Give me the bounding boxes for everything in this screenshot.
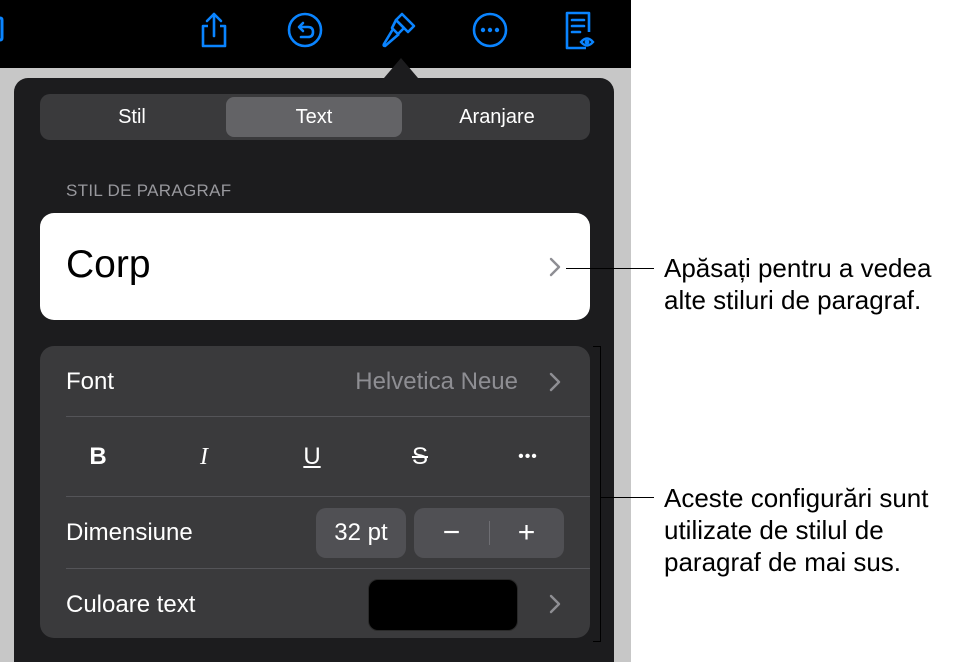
chevron-right-icon bbox=[549, 257, 561, 277]
callout-text: paragraf de mai sus. bbox=[664, 547, 902, 577]
callout-text: alte stiluri de paragraf. bbox=[664, 285, 922, 315]
format-popover: Stil Text Aranjare STIL DE PARAGRAF Corp… bbox=[14, 78, 614, 662]
callout-bracket-top bbox=[593, 346, 601, 347]
tab-text[interactable]: Text bbox=[226, 97, 402, 137]
paragraph-style-header: STIL DE PARAGRAF bbox=[66, 181, 232, 200]
decrement-button[interactable]: − bbox=[414, 508, 489, 558]
paragraph-style-row[interactable]: Corp bbox=[40, 213, 590, 320]
callout-leader-top bbox=[566, 268, 654, 269]
segmented-control: Stil Text Aranjare bbox=[40, 94, 590, 140]
tab-stil[interactable]: Stil bbox=[43, 97, 221, 137]
callout-leader-bottom bbox=[600, 497, 654, 498]
color-chevron-icon[interactable] bbox=[548, 593, 562, 615]
share-icon[interactable] bbox=[194, 10, 234, 50]
callout-text: utilizate de stilul de bbox=[664, 515, 884, 545]
tab-aranjare[interactable]: Aranjare bbox=[407, 97, 587, 137]
font-chevron-icon[interactable] bbox=[548, 371, 562, 393]
increment-button[interactable]: + bbox=[489, 508, 564, 558]
undo-icon[interactable] bbox=[285, 10, 325, 50]
text-color-swatch[interactable] bbox=[368, 579, 518, 631]
more-format-button[interactable]: ••• bbox=[508, 441, 548, 473]
format-brush-icon[interactable] bbox=[378, 10, 418, 50]
more-icon[interactable] bbox=[470, 10, 510, 50]
underline-button[interactable]: U bbox=[292, 441, 332, 473]
italic-button[interactable]: I bbox=[184, 441, 224, 473]
popover-arrow bbox=[384, 58, 418, 78]
font-label: Font bbox=[66, 368, 115, 395]
divider bbox=[66, 496, 590, 497]
text-color-label: Culoare text bbox=[66, 591, 196, 618]
bold-button[interactable]: B bbox=[78, 441, 118, 473]
ipad-screen: Stil Text Aranjare STIL DE PARAGRAF Corp… bbox=[0, 0, 631, 662]
divider bbox=[66, 568, 590, 569]
sidebar-edge-icon[interactable] bbox=[0, 14, 8, 44]
reader-view-icon[interactable] bbox=[560, 10, 600, 50]
size-label: Dimensiune bbox=[66, 519, 193, 546]
callout-bottom: Aceste configurări sunt utilizate de sti… bbox=[664, 482, 928, 578]
callout-bracket bbox=[600, 346, 601, 642]
strikethrough-button[interactable]: S bbox=[400, 441, 440, 473]
callout-text: Aceste configurări sunt bbox=[664, 483, 929, 513]
divider bbox=[66, 416, 590, 417]
callout-bracket-bottom bbox=[593, 641, 601, 642]
paragraph-style-value: Corp bbox=[66, 243, 151, 286]
font-value[interactable]: Helvetica Neue bbox=[355, 368, 518, 396]
size-value-field[interactable]: 32 pt bbox=[316, 508, 406, 558]
callout-text: Apăsați pentru a vedea bbox=[664, 253, 932, 283]
text-settings-group: Font Helvetica Neue B I U S ••• Dimensiu… bbox=[40, 346, 590, 638]
toolbar bbox=[0, 0, 631, 68]
callout-top: Apăsați pentru a vedea alte stiluri de p… bbox=[664, 252, 931, 316]
size-stepper: − + bbox=[414, 508, 564, 558]
